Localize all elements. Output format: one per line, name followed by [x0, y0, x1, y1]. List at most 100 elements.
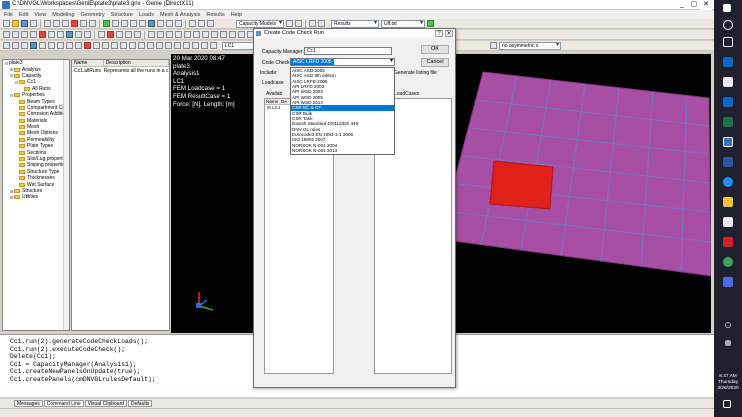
apply-icon[interactable]	[427, 20, 434, 27]
invert-select-icon[interactable]	[57, 42, 64, 49]
code-check-select[interactable]: AISC LRFD 2005 ▾	[290, 58, 395, 66]
open-folder-icon[interactable]	[12, 20, 19, 27]
refresh-icon[interactable]	[286, 20, 293, 27]
select-beams-icon[interactable]	[39, 42, 46, 49]
outlook-icon[interactable]	[723, 57, 733, 67]
results-combo[interactable]: Results	[331, 19, 379, 28]
files-icon[interactable]	[723, 77, 733, 87]
grid-icon[interactable]	[66, 31, 73, 38]
redo-icon[interactable]	[89, 20, 96, 27]
volume-icon[interactable]	[725, 340, 731, 346]
task-view-icon[interactable]	[723, 37, 733, 47]
select-all-icon[interactable]	[21, 42, 28, 49]
close-window-button[interactable]: ✕	[700, 0, 712, 10]
trim-icon[interactable]	[192, 42, 199, 49]
beam-icon[interactable]	[57, 31, 64, 38]
tab-visual-clipboard[interactable]: Visual Clipboard	[84, 400, 128, 407]
new-file-icon[interactable]	[3, 20, 10, 27]
minimize-button[interactable]: _	[676, 0, 688, 10]
force-icon[interactable]	[107, 31, 114, 38]
tab-command-line[interactable]: Command Line	[43, 400, 84, 407]
view-front-icon[interactable]	[166, 20, 173, 27]
check-icon[interactable]	[166, 31, 173, 38]
rotate-icon[interactable]	[139, 20, 146, 27]
moment-icon[interactable]	[134, 31, 141, 38]
clear-icon[interactable]	[84, 42, 91, 49]
measure-icon[interactable]	[184, 31, 191, 38]
menu-structure[interactable]: Structure	[111, 12, 133, 18]
view-icon[interactable]	[148, 20, 155, 27]
line-icon[interactable]	[12, 31, 19, 38]
clock-time[interactable]: 8:47 AM	[714, 374, 742, 380]
split-icon[interactable]	[165, 42, 172, 49]
tab-defaults[interactable]: Defaults	[128, 400, 153, 407]
display-icon[interactable]	[490, 42, 497, 49]
excel-icon[interactable]	[723, 117, 733, 127]
align-icon[interactable]	[174, 42, 181, 49]
menu-geometry[interactable]: Geometry	[81, 12, 105, 18]
menu-help[interactable]: Help	[231, 12, 242, 18]
paste-icon[interactable]	[62, 20, 69, 27]
file-explorer-icon[interactable]	[723, 197, 733, 207]
guide-icon[interactable]	[84, 31, 91, 38]
menu-loads[interactable]: Loads	[139, 12, 154, 18]
copy-obj-icon[interactable]	[129, 42, 136, 49]
hide-select-icon[interactable]	[66, 42, 73, 49]
join-icon[interactable]	[156, 42, 163, 49]
view-top-icon[interactable]	[157, 20, 164, 27]
menu-view[interactable]: View	[34, 12, 46, 18]
menu-results[interactable]: Results	[206, 12, 224, 18]
clock-date[interactable]: 3/26/2020	[714, 386, 742, 392]
select-box-icon[interactable]	[12, 42, 19, 49]
show-all-icon[interactable]	[75, 42, 82, 49]
zoom-icon[interactable]	[112, 20, 119, 27]
clock-day[interactable]: Thursday	[714, 380, 742, 386]
cut-icon[interactable]	[44, 20, 51, 27]
run-icon[interactable]	[103, 20, 110, 27]
notifications-icon[interactable]	[723, 400, 731, 408]
dialog-close-button[interactable]: ✕	[445, 30, 453, 37]
teams-icon[interactable]	[723, 277, 733, 287]
genie-app-icon[interactable]	[723, 137, 733, 147]
network-icon[interactable]	[725, 322, 731, 328]
edge-icon[interactable]	[723, 177, 733, 187]
pan-icon[interactable]	[130, 20, 137, 27]
mesh-icon[interactable]	[148, 31, 155, 38]
results-icon[interactable]	[309, 20, 316, 27]
acrobat-icon[interactable]	[723, 237, 733, 247]
move-icon[interactable]	[138, 42, 145, 49]
code-check-option[interactable]: NORSOK N-004 2013	[291, 148, 394, 153]
tree-scrollbar[interactable]	[63, 60, 69, 330]
select-plates-icon[interactable]	[30, 42, 37, 49]
ulf-combo[interactable]: Ulf.txt	[381, 19, 425, 28]
select-nodes-icon[interactable]	[48, 42, 55, 49]
load-icon[interactable]	[98, 31, 105, 38]
tab-messages[interactable]: Messages	[14, 400, 43, 407]
report-icon[interactable]	[175, 31, 182, 38]
select-icon[interactable]	[189, 20, 196, 27]
windows-start-icon[interactable]	[723, 4, 731, 12]
menu-mesh-analysis[interactable]: Mesh & Analysis	[160, 12, 200, 18]
hide-icon[interactable]	[202, 31, 209, 38]
divide-icon[interactable]	[147, 42, 154, 49]
column-description-header[interactable]: Description	[104, 60, 169, 66]
copy-icon[interactable]	[53, 20, 60, 27]
chrome-icon[interactable]	[723, 257, 733, 267]
pressure-icon[interactable]	[116, 31, 123, 38]
set-icon[interactable]	[111, 42, 118, 49]
offset-icon[interactable]	[210, 42, 217, 49]
capacity-models-combo[interactable]: Capacity Models	[236, 19, 284, 28]
contour-icon[interactable]	[318, 20, 325, 27]
search-icon[interactable]	[723, 20, 733, 30]
maximize-button[interactable]: ▢	[688, 0, 700, 10]
chevron-down-icon[interactable]: ▾	[390, 58, 393, 64]
zoom-fit-icon[interactable]	[121, 20, 128, 27]
menu-file[interactable]: File	[4, 12, 13, 18]
pick-icon[interactable]	[193, 31, 200, 38]
show-icon[interactable]	[211, 31, 218, 38]
filter-icon[interactable]	[198, 20, 205, 27]
word-icon[interactable]	[723, 157, 733, 167]
undo-icon[interactable]	[80, 20, 87, 27]
support-icon[interactable]	[39, 31, 46, 38]
group-icon[interactable]	[102, 42, 109, 49]
